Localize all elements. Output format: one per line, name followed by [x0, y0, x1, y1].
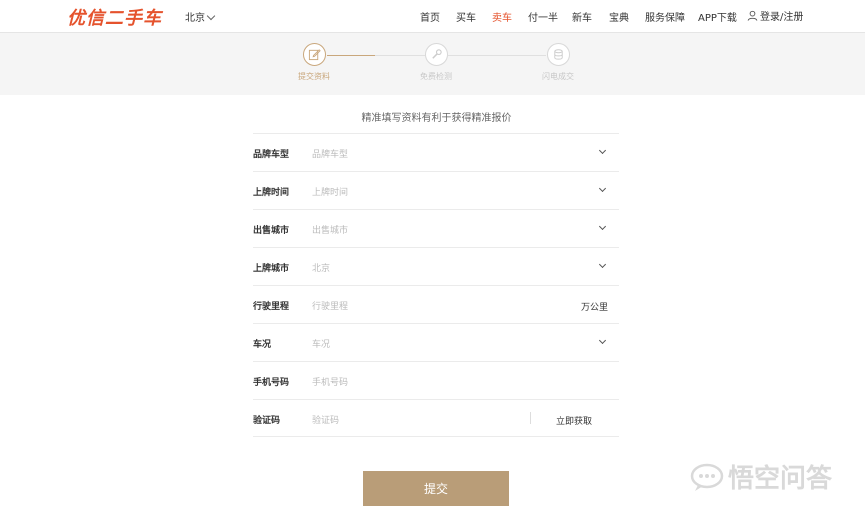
step-free-inspection: 免费检测 [406, 43, 466, 82]
field-registration-city[interactable]: 上牌城市 北京 [253, 247, 619, 285]
field-label: 品牌车型 [253, 150, 290, 160]
site-logo[interactable]: 优信二手车 [67, 4, 162, 30]
chevron-down-icon[interactable] [598, 184, 607, 193]
chevron-down-icon[interactable] [598, 260, 607, 269]
nav-guide[interactable]: 宝典 [609, 9, 629, 24]
nav-app-download[interactable]: APP下载 [698, 9, 737, 24]
field-label: 出售城市 [253, 226, 290, 236]
field-condition[interactable]: 车况 车况 [253, 323, 619, 361]
watermark: 悟空问答 [690, 458, 832, 495]
field-mileage[interactable]: 行驶里程 行驶里程 万公里 [253, 285, 619, 323]
nav-sell-car[interactable]: 卖车 [492, 9, 512, 24]
verification-code-input[interactable]: 验证码 [312, 413, 339, 426]
get-code-button[interactable]: 立即获取 [556, 414, 592, 427]
watermark-text: 悟空问答 [728, 464, 833, 494]
wrench-icon [424, 43, 448, 66]
field-label: 验证码 [253, 416, 281, 426]
coins-icon [546, 43, 570, 66]
city-label: 北京 [185, 13, 205, 24]
field-label: 上牌时间 [253, 188, 290, 198]
registration-city-select[interactable]: 北京 [312, 261, 330, 274]
chevron-down-icon[interactable] [598, 336, 607, 345]
condition-select[interactable]: 车况 [312, 337, 330, 350]
nav-buy-car[interactable]: 买车 [456, 9, 476, 24]
brand-model-select[interactable]: 品牌车型 [312, 147, 348, 160]
field-brand-model[interactable]: 品牌车型 品牌车型 [253, 133, 619, 171]
nav-new-car[interactable]: 新车 [572, 9, 592, 24]
nav-home[interactable]: 首页 [420, 9, 440, 24]
field-sale-city[interactable]: 出售城市 出售城市 [253, 209, 619, 247]
field-phone[interactable]: 手机号码 手机号码 [253, 361, 619, 399]
field-label: 行驶里程 [253, 302, 290, 312]
field-label: 车况 [253, 340, 272, 350]
divider [530, 412, 531, 424]
login-register-link[interactable]: 登录/注册 [747, 8, 803, 23]
sell-car-form: 品牌车型 品牌车型 上牌时间 上牌时间 出售城市 出售城市 上牌城市 北京 行驶… [253, 133, 619, 437]
mileage-unit: 万公里 [580, 303, 608, 313]
top-header: 优信二手车 北京 首页 买车 卖车 付一半 新车 宝典 服务保障 APP下载 登… [0, 0, 865, 33]
field-registration-date[interactable]: 上牌时间 上牌时间 [253, 171, 619, 209]
login-label: 登录/注册 [760, 12, 804, 23]
chat-bubble-icon [690, 463, 724, 491]
submit-button[interactable]: 提交 [363, 471, 509, 506]
step-label: 闪电成交 [542, 72, 574, 81]
progress-steps: 提交资料 免费检测 闪电成交 [0, 33, 865, 95]
field-verification-code[interactable]: 验证码 验证码 立即获取 [253, 399, 619, 437]
edit-icon [302, 43, 326, 66]
step-fast-deal: 闪电成交 [528, 43, 588, 82]
phone-input[interactable]: 手机号码 [312, 375, 348, 388]
nav-service[interactable]: 服务保障 [645, 9, 685, 24]
chevron-down-icon[interactable] [598, 146, 607, 155]
sale-city-select[interactable]: 出售城市 [312, 223, 348, 236]
chevron-down-icon [206, 11, 216, 21]
step-label: 免费检测 [420, 72, 452, 81]
mileage-input[interactable]: 行驶里程 [312, 299, 348, 312]
field-label: 上牌城市 [253, 264, 290, 274]
form-hint: 精准填写资料有利于获得精准报价 [361, 113, 512, 124]
step-label: 提交资料 [298, 72, 330, 81]
chevron-down-icon[interactable] [598, 222, 607, 231]
field-label: 手机号码 [253, 378, 290, 388]
nav-pay-half[interactable]: 付一半 [528, 9, 558, 24]
city-selector[interactable]: 北京 [185, 9, 216, 24]
registration-date-select[interactable]: 上牌时间 [312, 185, 348, 198]
step-submit-info: 提交资料 [284, 43, 344, 82]
user-icon [747, 10, 758, 21]
